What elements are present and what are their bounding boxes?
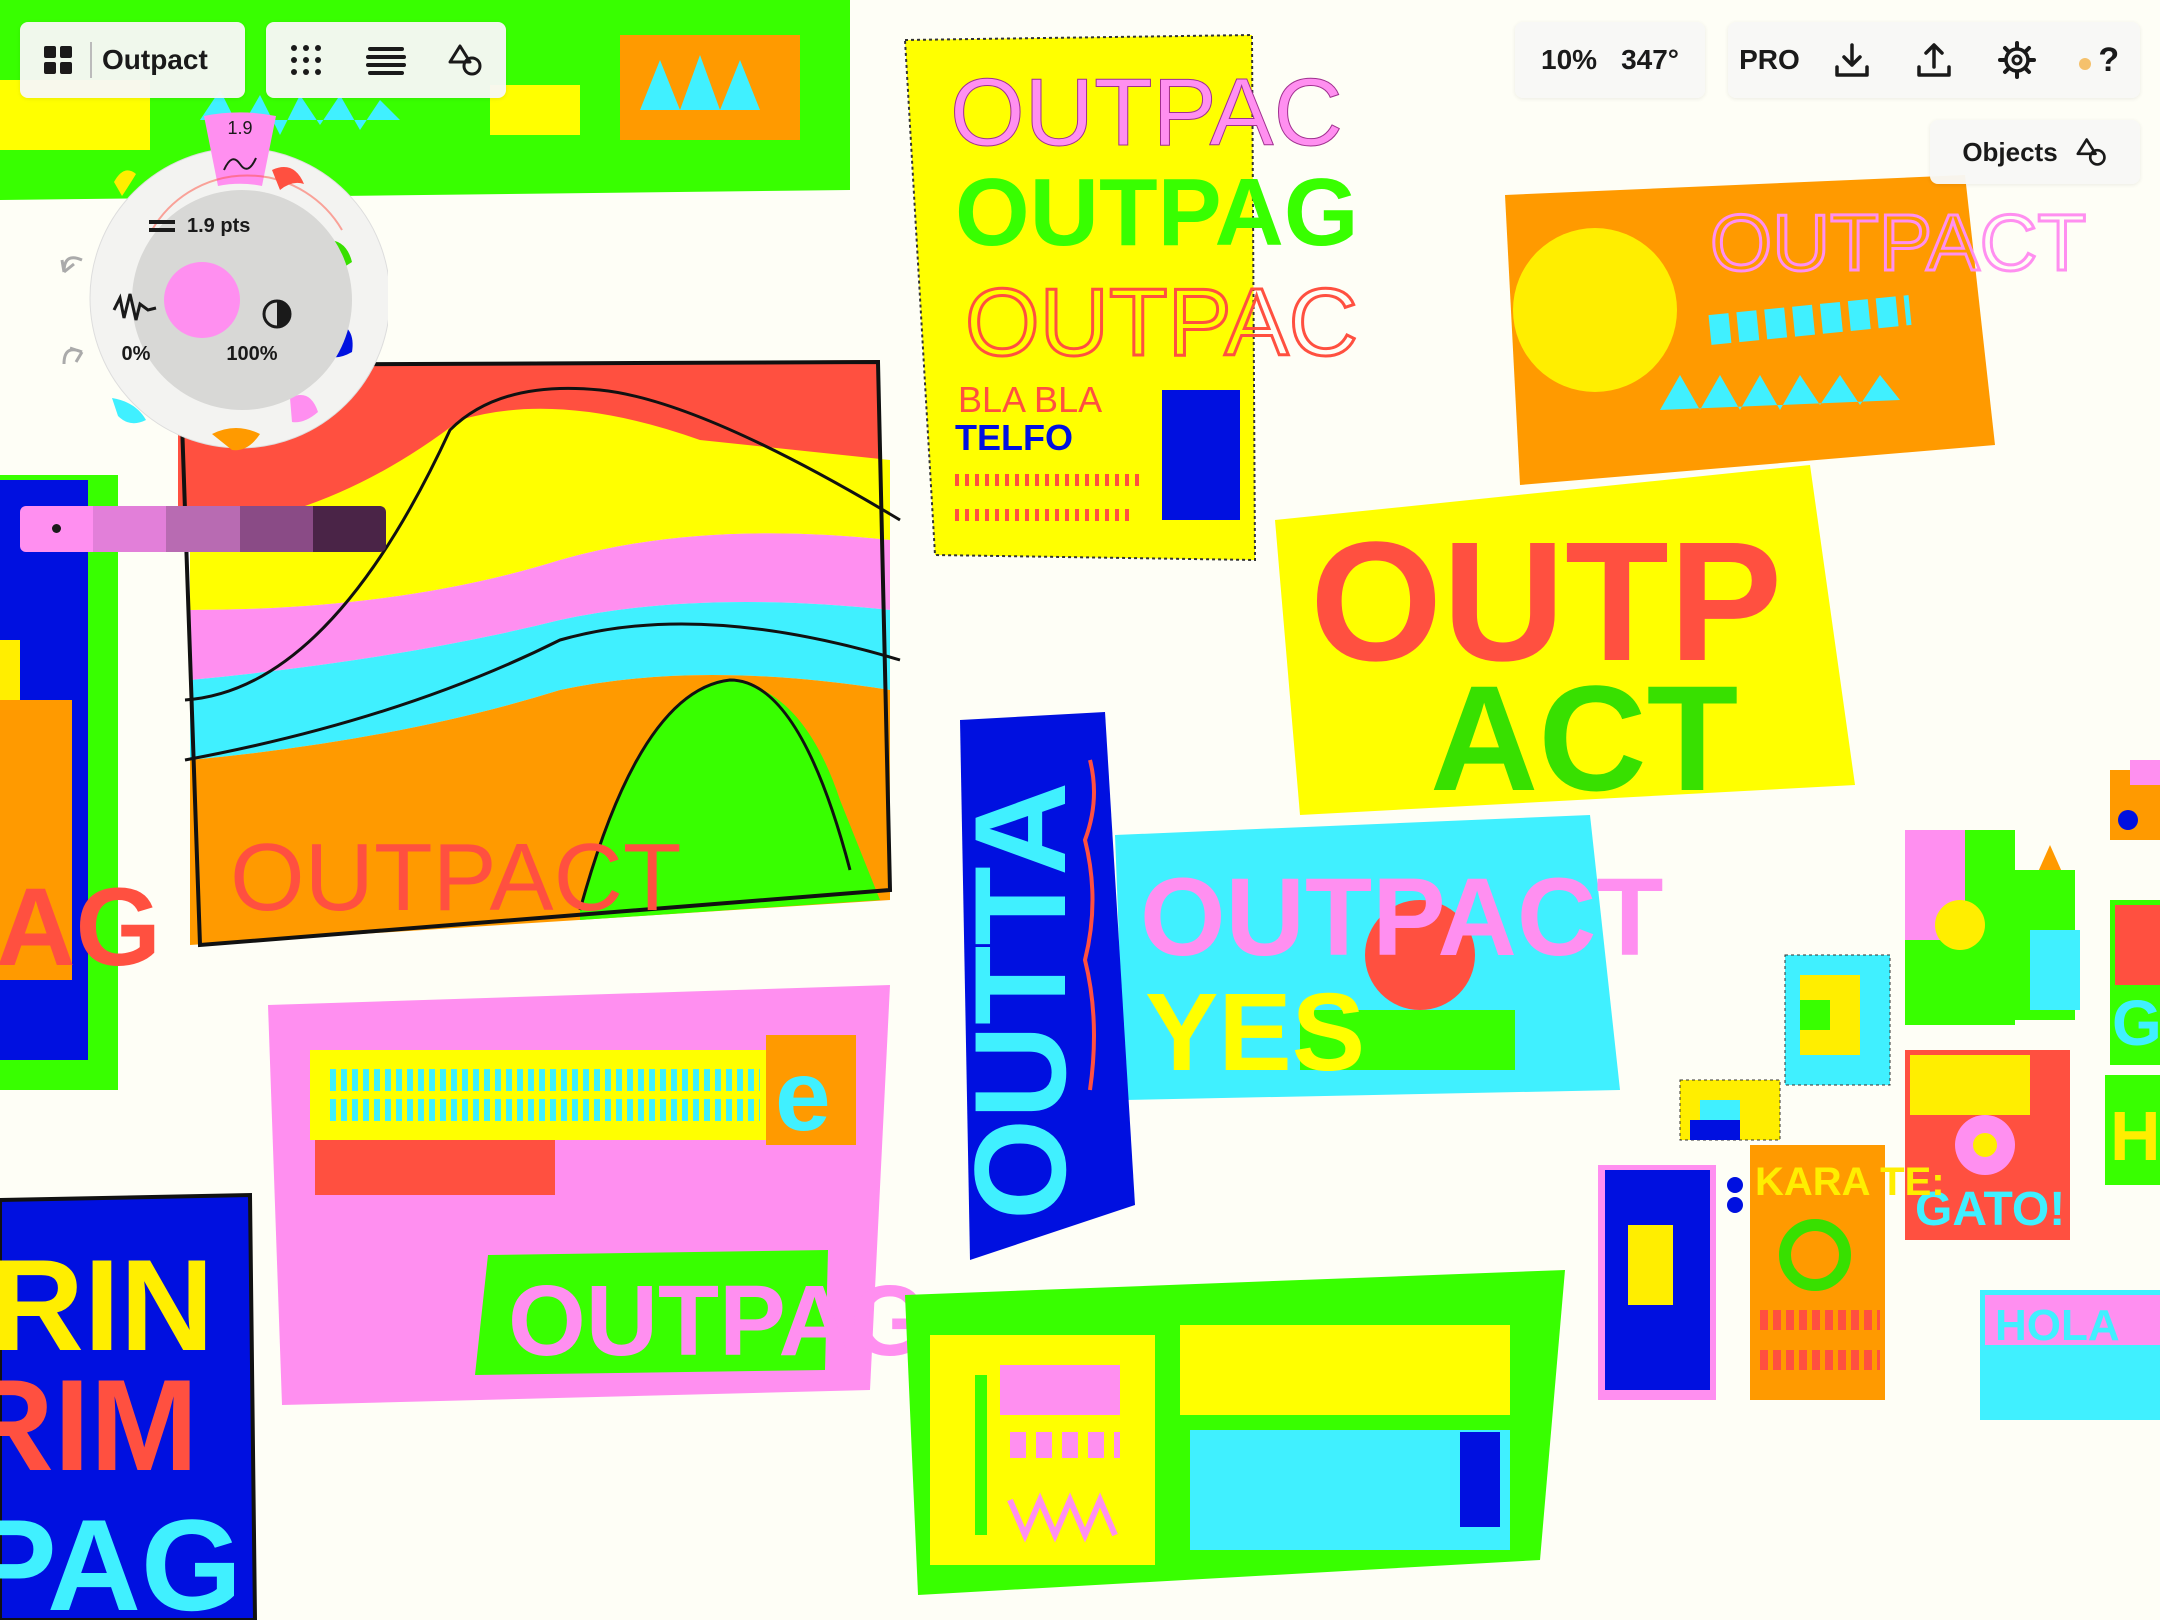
grid-button[interactable]	[276, 30, 336, 90]
help-button[interactable]: ?	[2069, 30, 2129, 90]
canvas-text-outpag-2: OUTPAG	[508, 1265, 928, 1377]
toolbar-actions: PRO ?	[1728, 22, 2140, 98]
poster-outp-act: OUTP ACT	[1275, 465, 1855, 822]
shapes-icon	[448, 44, 482, 76]
palette-swatch-4[interactable]	[239, 506, 313, 552]
pro-button[interactable]: PRO	[1739, 44, 1800, 76]
canvas-text-yes: YES	[1145, 971, 1365, 1094]
poster-bottom-green	[905, 1270, 1565, 1595]
poster-outpact-yes: OUTPACT YES	[1115, 815, 1663, 1100]
stroke-weight-icon	[149, 220, 175, 224]
palette-swatch-5[interactable]	[312, 506, 386, 552]
canvas-text-e-letter: e	[775, 1040, 831, 1152]
objects-label: Objects	[1962, 136, 2058, 167]
settings-button[interactable]	[1987, 30, 2047, 90]
zoom-level[interactable]: 10%	[1541, 44, 1597, 76]
canvas-text-g-letter: G	[2112, 987, 2160, 1059]
canvas-text-bla-bla: BLA BLA	[958, 379, 1102, 420]
status-dot	[2078, 58, 2091, 70]
toolbar-document: Outpact	[20, 22, 245, 98]
poster-outta-vertical: OUTTA	[947, 712, 1135, 1260]
canvas-text-outpact-orange: OUTPACT	[1710, 198, 2086, 287]
opacity-value: 100%	[226, 343, 277, 365]
palette-swatch-3[interactable]	[166, 506, 240, 552]
toolbar-tools	[266, 22, 506, 98]
download-icon	[1835, 43, 1869, 77]
poster-pink-outpag: e OUTPAG	[268, 985, 928, 1405]
canvas-text-h-letter: H	[2110, 1097, 2160, 1175]
canvas-text-ag: AG	[0, 866, 161, 989]
shapes-icon	[2076, 138, 2106, 166]
canvas-text-outpact-cyan: OUTPACT	[1140, 856, 1663, 979]
dot-grid-icon	[291, 45, 321, 75]
palette-swatch-2[interactable]	[93, 506, 167, 552]
active-tool-size: 1.9	[227, 118, 252, 138]
help-label: ?	[2098, 40, 2120, 79]
canvas-text-pag: PAG	[0, 1492, 242, 1620]
objects-toolbar-button[interactable]	[436, 30, 496, 90]
zoom-rotation-panel[interactable]: 10% 347°	[1515, 22, 1705, 98]
canvas-text-outpag-1: OUTPAG	[955, 159, 1359, 266]
share-upload-icon	[1917, 43, 1952, 77]
import-button[interactable]	[1822, 30, 1882, 90]
tool-yellow-icon[interactable]	[114, 170, 136, 196]
canvas-text-outpac-1: OUTPAC	[950, 59, 1343, 166]
objects-panel[interactable]: Objects	[1930, 120, 2140, 184]
canvas-text-outpact-poster: OUTPACT	[230, 824, 682, 931]
canvas-text-telefo: TELFO	[955, 417, 1073, 458]
current-color-swatch[interactable]	[164, 262, 240, 338]
export-button[interactable]	[1904, 30, 1964, 90]
canvas-text-hola: HOLA	[1995, 1301, 2120, 1350]
canvas-text-outta: OUTTA	[947, 782, 1093, 1220]
grid-2x2-icon	[44, 46, 72, 74]
color-palette	[20, 506, 386, 552]
layers-button[interactable]	[356, 30, 416, 90]
canvas-text-karate: KARA TE:	[1755, 1160, 1945, 1204]
canvas-text-rim: RIM	[0, 1352, 198, 1498]
layers-icon	[366, 47, 406, 75]
smoothing-value: 0%	[122, 343, 151, 365]
undo-icon[interactable]	[60, 256, 83, 274]
poster-bottom-left-blue: RIN RIM PAG	[0, 1192, 258, 1620]
canvas-text-act: ACT	[1430, 654, 1738, 822]
document-title[interactable]: Outpact	[102, 44, 208, 76]
canvas-text-outpac-2: OUTPAC	[965, 269, 1358, 376]
selected-swatch-dot	[52, 524, 61, 533]
tool-wheel[interactable]: 1.9 1.9 pts 0% 100%	[52, 112, 391, 482]
palette-swatch-1[interactable]	[20, 506, 94, 552]
stroke-weight-label[interactable]: 1.9 pts	[187, 215, 250, 237]
toolbar-divider	[90, 42, 92, 78]
redo-icon[interactable]	[62, 346, 84, 365]
gear-icon	[1997, 41, 2036, 79]
rotation-value[interactable]: 347°	[1621, 44, 1679, 76]
gallery-button[interactable]	[28, 30, 88, 90]
